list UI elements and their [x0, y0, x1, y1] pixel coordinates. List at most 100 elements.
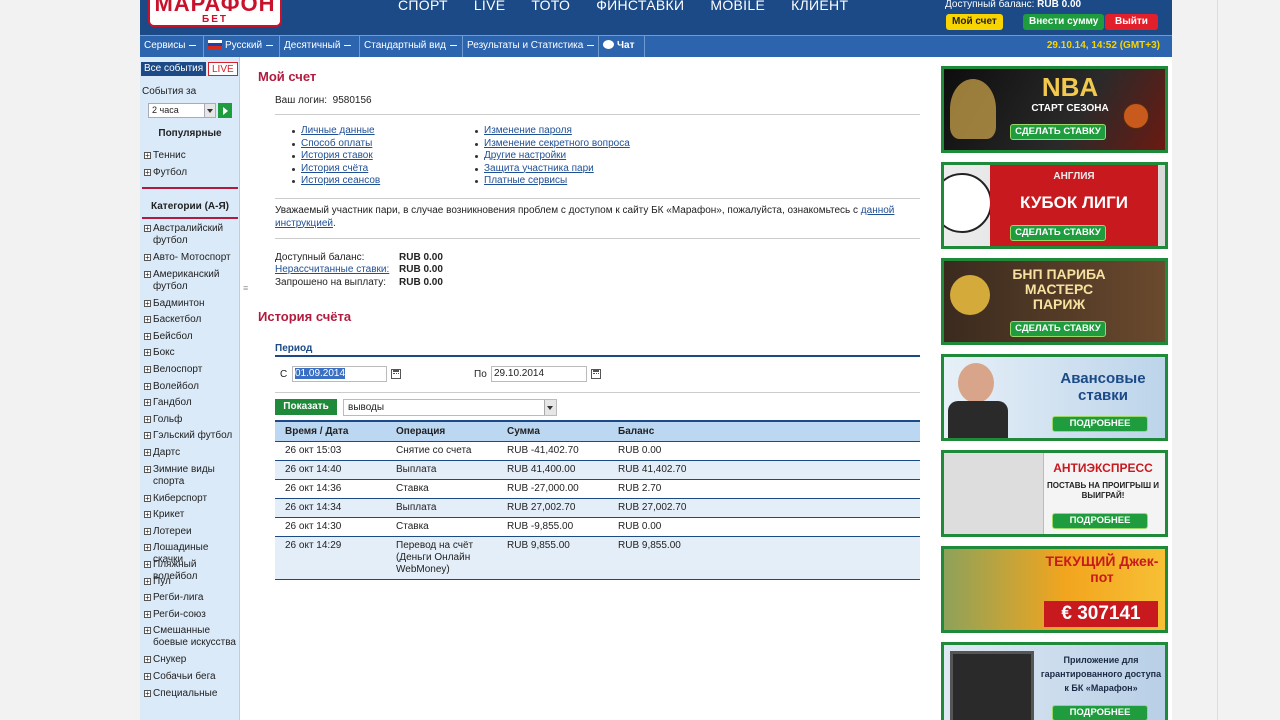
datetime: 29.10.14, 14:52 (GMT+3): [1046, 40, 1160, 51]
results-menu[interactable]: Результаты и Статистика: [463, 36, 599, 57]
calendar-icon[interactable]: [591, 369, 601, 379]
page: МАРАФОН БЕТ СПОРТ LIVE ТОТО ФИНСТАВКИ MO…: [140, 0, 1172, 720]
notice-end: .: [332, 217, 336, 229]
sidebar-category-item[interactable]: + Американский футбол: [142, 269, 238, 293]
other-settings-link[interactable]: Другие настройки: [484, 150, 566, 161]
sidebar-category-item[interactable]: + Снукер: [142, 654, 238, 666]
sidebar-category-item[interactable]: + Авто- Мотоспорт: [142, 252, 238, 264]
banner-advance-bets[interactable]: Авансовые ставки ПОДРОБНЕЕ: [941, 354, 1168, 441]
sidebar-category-item[interactable]: + Киберспорт: [142, 493, 238, 505]
deposit-button[interactable]: Внести сумму: [1023, 14, 1105, 30]
nav-client[interactable]: КЛИЕНТ: [791, 0, 848, 13]
change-secret-question-link[interactable]: Изменение секретного вопроса: [484, 138, 630, 149]
tab-all-events[interactable]: Все события: [141, 62, 207, 76]
sidebar-category-item[interactable]: + Бадминтон: [142, 298, 238, 310]
sidebar-category-item[interactable]: + Зимние виды спорта: [142, 464, 238, 488]
banner-bet-button[interactable]: СДЕЛАТЬ СТАВКУ: [1010, 321, 1106, 337]
sidebar-category-item[interactable]: + Гэльский футбол: [142, 430, 238, 442]
popular-heading: Популярные: [158, 128, 222, 139]
banner-title: NBA: [1041, 72, 1099, 102]
expand-plus-icon: +: [144, 253, 151, 262]
banner-details-button[interactable]: ПОДРОБНЕЕ: [1052, 513, 1148, 529]
table-cell: 26 окт 14:36: [275, 479, 386, 499]
sidebar-item-tennis[interactable]: + Теннис: [142, 150, 238, 162]
banner-league-cup[interactable]: АНГЛИЯ КУБОК ЛИГИ СДЕЛАТЬ СТАВКУ: [941, 162, 1168, 249]
sidebar-item-label: Собачьи бега: [153, 671, 216, 682]
session-history-link[interactable]: История сеансов: [301, 175, 380, 186]
expand-plus-icon: +: [144, 672, 151, 681]
sidebar-category-item[interactable]: + Гольф: [142, 414, 238, 426]
banner-jackpot[interactable]: ТЕКУЩИЙ Джек-пот € 307141: [941, 546, 1168, 633]
banner-title: БНП ПАРИБА МАСТЕРС ПАРИЖ: [1012, 266, 1106, 312]
show-button[interactable]: Показать: [275, 399, 337, 415]
login-value: 9580156: [332, 95, 372, 106]
divider: [275, 198, 920, 199]
sidebar-category-item[interactable]: + Баскетбол: [142, 314, 238, 326]
hours-select[interactable]: 2 часа: [148, 103, 216, 118]
date-to-input[interactable]: 29.10.2014: [491, 366, 587, 382]
bet-history-link[interactable]: История ставок: [301, 150, 373, 161]
go-arrow-button[interactable]: [218, 103, 232, 118]
sidebar-category-item[interactable]: + Гандбол: [142, 397, 238, 409]
logo[interactable]: МАРАФОН БЕТ: [148, 0, 282, 27]
banner-antiexpress[interactable]: АНТИЭКСПРЕСС ПОСТАВЬ НА ПРОИГРЫШ И ВЫИГР…: [941, 450, 1168, 537]
header-balance-value: RUB 0.00: [1037, 0, 1082, 10]
operation-select[interactable]: выводы: [343, 399, 557, 416]
sidebar-category-item[interactable]: + Регби-союз: [142, 609, 238, 621]
unsettled-bets-link[interactable]: Нерассчитанные ставки:: [275, 264, 399, 275]
account-history-link[interactable]: История счёта: [301, 163, 368, 174]
chat-button[interactable]: Чат: [599, 36, 645, 57]
sidebar-category-item[interactable]: + Лотереи: [142, 526, 238, 538]
date-from-input[interactable]: 01.09.2014: [292, 366, 387, 382]
scrollbar-track[interactable]: [1217, 0, 1218, 720]
sidebar-category-item[interactable]: + Регби-лига: [142, 592, 238, 604]
view-menu[interactable]: Стандартный вид: [360, 36, 463, 57]
history-table: Время / Дата Операция Сумма Баланс 26 ок…: [275, 420, 920, 580]
table-cell: RUB 0.00: [608, 441, 920, 461]
list-item: Изменение пароля: [474, 125, 630, 138]
nav-toto[interactable]: ТОТО: [531, 0, 570, 13]
sidebar-item-label: Киберспорт: [153, 492, 208, 504]
personal-data-link[interactable]: Личные данные: [301, 125, 375, 136]
calendar-icon[interactable]: [391, 369, 401, 379]
nav-live[interactable]: LIVE: [474, 0, 506, 13]
services-menu[interactable]: Сервисы: [140, 36, 204, 57]
tab-live[interactable]: LIVE: [208, 62, 238, 76]
banner-app[interactable]: Приложение для гарантированного доступа …: [941, 642, 1168, 720]
language-menu[interactable]: Русский: [204, 36, 280, 57]
table-cell: RUB -41,402.70: [497, 441, 608, 461]
sidebar-category-item[interactable]: + Дартс: [142, 447, 238, 459]
sidebar-category-item[interactable]: + Бейсбол: [142, 331, 238, 343]
paid-services-link[interactable]: Платные сервисы: [484, 175, 567, 186]
banner-paris-masters[interactable]: БНП ПАРИБА МАСТЕРС ПАРИЖ СДЕЛАТЬ СТАВКУ: [941, 258, 1168, 345]
banner-details-button[interactable]: ПОДРОБНЕЕ: [1052, 416, 1148, 432]
my-account-button[interactable]: Мой счет: [946, 14, 1003, 30]
sidebar-category-item[interactable]: + Пул: [142, 576, 238, 588]
sidebar-category-item[interactable]: + Собачьи бега: [142, 671, 238, 683]
nav-sport[interactable]: СПОРТ: [398, 0, 448, 13]
banner-bet-button[interactable]: СДЕЛАТЬ СТАВКУ: [1010, 124, 1106, 140]
banner-bet-button[interactable]: СДЕЛАТЬ СТАВКУ: [1010, 225, 1106, 241]
sidebar-category-item[interactable]: + Велоспорт: [142, 364, 238, 376]
sidebar-category-item[interactable]: + Австралийский футбол: [142, 223, 238, 247]
sidebar-category-item[interactable]: + Смешанные боевые искусства: [142, 625, 238, 649]
sidebar-category-item[interactable]: + Бокс: [142, 347, 238, 359]
sidebar-category-item[interactable]: + Волейбол: [142, 381, 238, 393]
nav-finbets[interactable]: ФИНСТАВКИ: [596, 0, 684, 13]
exit-button[interactable]: Выйти: [1105, 14, 1158, 30]
withdraw-requested-label: Запрошено на выплату:: [275, 277, 387, 288]
odds-format-menu[interactable]: Десятичный: [280, 36, 360, 57]
nav-mobile[interactable]: MOBILE: [710, 0, 765, 13]
table-cell: Ставка: [386, 479, 497, 499]
banner-nba[interactable]: NBA СТАРТ СЕЗОНА СДЕЛАТЬ СТАВКУ: [941, 66, 1168, 153]
change-password-link[interactable]: Изменение пароля: [484, 125, 572, 136]
sidebar-splitter[interactable]: ≡: [242, 57, 252, 720]
sidebar-item-football[interactable]: + Футбол: [142, 167, 238, 179]
expand-plus-icon: +: [144, 464, 151, 474]
banner-details-button[interactable]: ПОДРОБНЕЕ: [1052, 705, 1148, 720]
sidebar-category-item[interactable]: + Крикет: [142, 509, 238, 521]
russia-flag-icon: [208, 40, 222, 49]
payment-method-link[interactable]: Способ оплаты: [301, 138, 372, 149]
sidebar-category-item[interactable]: + Специальные: [142, 688, 238, 700]
player-protection-link[interactable]: Защита участника пари: [484, 163, 594, 174]
